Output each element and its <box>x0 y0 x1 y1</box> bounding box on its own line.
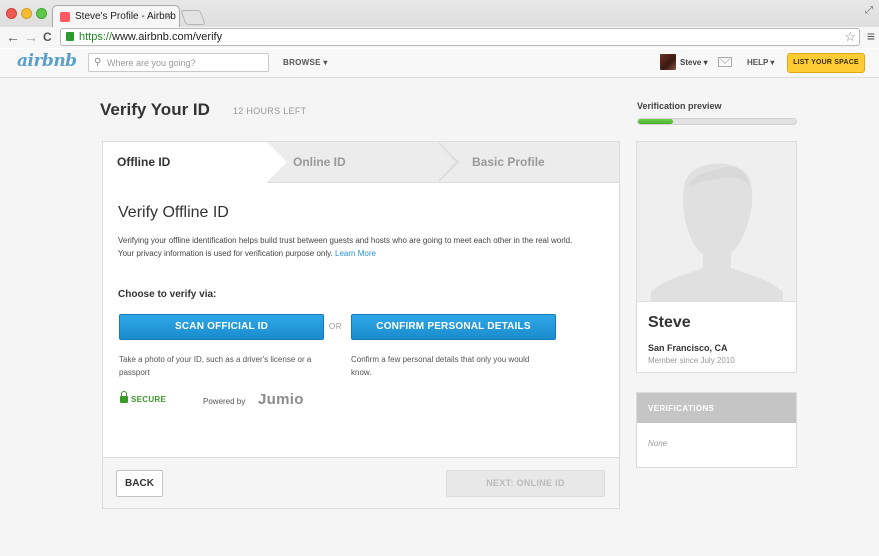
search-placeholder: Where are you going? <box>107 58 196 68</box>
tab-online-id[interactable]: Online ID <box>293 142 346 183</box>
scan-hint: Take a photo of your ID, such as a drive… <box>119 355 312 377</box>
verification-progress-bar <box>637 118 797 125</box>
back-button[interactable]: BACK <box>116 470 163 497</box>
verify-card: Offline ID Online ID Basic Profile Verif… <box>102 141 620 509</box>
section-title: Verify Offline ID <box>118 204 229 221</box>
step-divider <box>438 142 459 182</box>
verifications-card: VERIFICATIONS None <box>636 392 797 468</box>
scan-official-id-button[interactable]: SCAN OFFICIAL ID <box>119 314 324 340</box>
card-footer: BACK NEXT: ONLINE ID <box>103 457 619 508</box>
verification-preview-label: Verification preview <box>637 101 722 111</box>
url-text: www.airbnb.com/verify <box>112 31 223 43</box>
url-scheme: https:// <box>79 31 113 43</box>
progress-fill <box>638 119 673 124</box>
page-title: Verify Your ID <box>100 100 210 119</box>
browser-menu-icon[interactable]: ≡ <box>867 28 875 44</box>
search-icon: ⚲ <box>94 57 102 68</box>
browse-menu[interactable]: BROWSE ▾ <box>283 58 328 67</box>
powered-by-label: Powered by <box>203 397 246 406</box>
browser-tab[interactable]: Steve's Profile - Airbnb × <box>52 5 180 27</box>
description: Verifying your offline identification he… <box>118 234 588 260</box>
tab-title: Steve's Profile - Airbnb <box>75 11 176 22</box>
person-silhouette-icon <box>637 142 796 301</box>
tab-offline-id[interactable]: Offline ID <box>103 142 287 183</box>
verifications-empty: None <box>648 439 668 448</box>
help-menu[interactable]: HELP ▾ <box>747 58 774 67</box>
secure-badge: SECURE <box>120 391 167 404</box>
or-separator: OR <box>329 322 342 331</box>
browser-toolbar: ← → C https://www.airbnb.com/verify ☆ ≡ <box>0 27 879 48</box>
new-tab-button[interactable] <box>180 10 206 25</box>
padlock-icon <box>120 391 128 403</box>
tab-close-icon[interactable]: × <box>166 10 172 22</box>
mail-icon[interactable] <box>718 57 732 67</box>
site-header: airbnb ⚲ Where are you going? BROWSE ▾ S… <box>0 49 879 78</box>
address-bar[interactable]: https://www.airbnb.com/verify ☆ <box>60 28 860 46</box>
confirm-personal-details-button[interactable]: CONFIRM PERSONAL DETAILS <box>351 314 556 340</box>
choose-label: Choose to verify via: <box>118 289 217 300</box>
confirm-hint: Confirm a few personal details that only… <box>351 355 530 377</box>
minimize-window-icon[interactable] <box>21 8 32 19</box>
forward-arrow-icon[interactable]: → <box>24 28 38 46</box>
hours-left: 12 HOURS LEFT <box>233 106 307 116</box>
search-input[interactable]: ⚲ Where are you going? <box>88 53 269 72</box>
learn-more-link[interactable]: Learn More <box>335 249 376 258</box>
page-body: Verify Your ID 12 HOURS LEFT Offline ID … <box>0 78 879 556</box>
verifications-title: VERIFICATIONS <box>637 393 796 423</box>
bookmark-star-icon[interactable]: ☆ <box>844 29 856 45</box>
profile-location: San Francisco, CA <box>648 343 728 353</box>
user-menu[interactable]: Steve ▾ <box>680 58 708 67</box>
list-your-space-button[interactable]: LIST YOUR SPACE <box>787 53 865 73</box>
profile-name: Steve <box>648 314 691 331</box>
secure-lock-icon <box>66 32 74 41</box>
profile-photo-placeholder <box>637 142 796 302</box>
close-window-icon[interactable] <box>6 8 17 19</box>
airbnb-favicon-icon <box>60 12 70 22</box>
step-tabs: Offline ID Online ID Basic Profile <box>103 142 619 183</box>
reload-icon[interactable]: C <box>43 28 52 46</box>
profile-card: Steve San Francisco, CA Member since Jul… <box>636 141 797 373</box>
fullscreen-icon[interactable]: ⤢ <box>865 5 873 16</box>
tab-basic-profile[interactable]: Basic Profile <box>472 142 545 183</box>
avatar[interactable] <box>660 54 676 70</box>
jumio-logo: Jumio <box>258 391 304 408</box>
airbnb-logo[interactable]: airbnb <box>17 51 77 71</box>
zoom-window-icon[interactable] <box>36 8 47 19</box>
secure-label: SECURE <box>131 395 167 404</box>
member-since: Member since July 2010 <box>648 356 735 365</box>
back-arrow-icon[interactable]: ← <box>6 28 20 46</box>
next-online-id-button[interactable]: NEXT: ONLINE ID <box>446 470 605 497</box>
